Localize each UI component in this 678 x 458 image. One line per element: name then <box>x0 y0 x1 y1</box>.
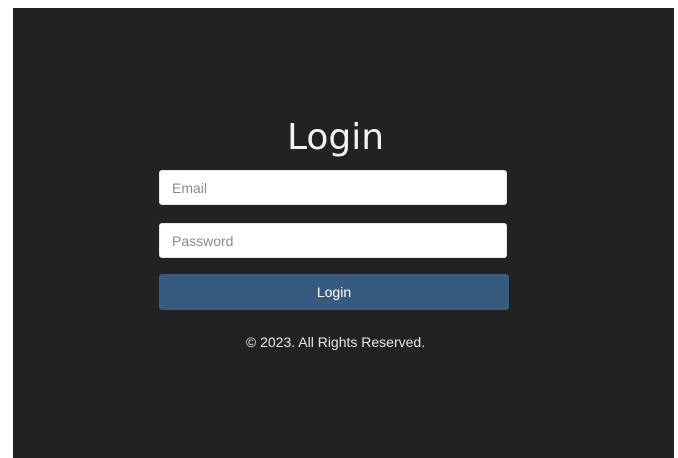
copyright-text: © 2023. All Rights Reserved. <box>245 334 426 350</box>
login-button[interactable]: Login <box>159 274 509 310</box>
password-field[interactable] <box>159 223 507 258</box>
email-field[interactable] <box>159 170 507 205</box>
page-title: Login <box>286 117 385 158</box>
login-panel: Login Login © 2023. All Rights Reserved. <box>13 8 674 458</box>
